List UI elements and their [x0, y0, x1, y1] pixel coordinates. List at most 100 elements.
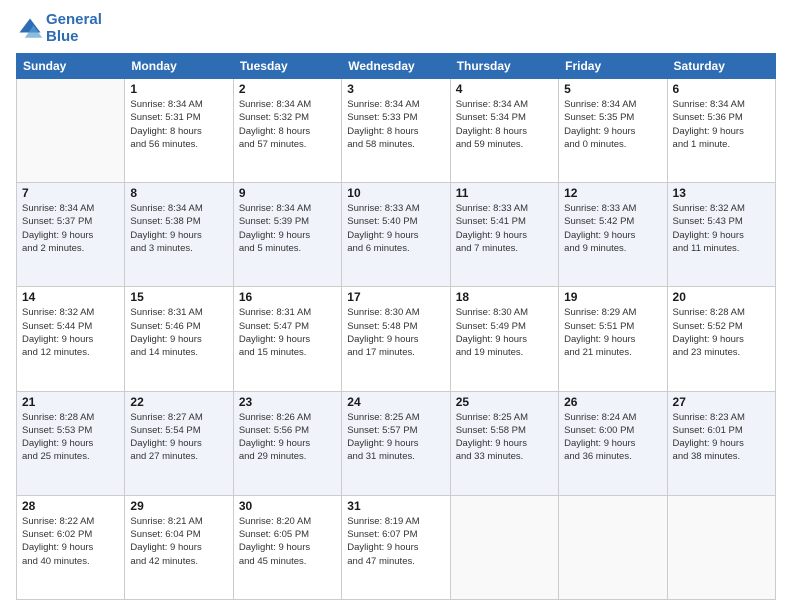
day-info: Sunrise: 8:27 AM Sunset: 5:54 PM Dayligh…	[130, 411, 227, 464]
day-info: Sunrise: 8:30 AM Sunset: 5:48 PM Dayligh…	[347, 306, 444, 359]
day-number: 3	[347, 82, 444, 96]
calendar-cell: 31Sunrise: 8:19 AM Sunset: 6:07 PM Dayli…	[342, 495, 450, 599]
day-info: Sunrise: 8:34 AM Sunset: 5:34 PM Dayligh…	[456, 98, 553, 151]
calendar-cell: 6 Sunrise: 8:34 AM Sunset: 5:36 PM Daylig…	[667, 79, 775, 183]
day-number: 27	[673, 395, 770, 409]
page: General Blue Sunday Monday Tuesday Wedne…	[0, 0, 792, 612]
day-info: Sunrise: 8:34 AM Sunset: 5:36 PM Dayligh…	[673, 98, 770, 151]
calendar-cell: 5 Sunrise: 8:34 AM Sunset: 5:35 PM Daylig…	[559, 79, 667, 183]
calendar-cell: 27 Sunrise: 8:23 AM Sunset: 6:01 PM Dayli…	[667, 391, 775, 495]
calendar-cell: 30 Sunrise: 8:20 AM Sunset: 6:05 PM Dayli…	[233, 495, 341, 599]
col-tuesday: Tuesday	[233, 54, 341, 79]
day-number: 17	[347, 290, 444, 304]
calendar-cell: 3 Sunrise: 8:34 AM Sunset: 5:33 PM Daylig…	[342, 79, 450, 183]
day-info: Sunrise: 8:24 AM Sunset: 6:00 PM Dayligh…	[564, 411, 661, 464]
calendar-week-row: 21 Sunrise: 8:28 AM Sunset: 5:53 PM Dayli…	[17, 391, 776, 495]
day-info: Sunrise: 8:26 AM Sunset: 5:56 PM Dayligh…	[239, 411, 336, 464]
day-info: Sunrise: 8:31 AM Sunset: 5:46 PM Dayligh…	[130, 306, 227, 359]
calendar-cell: 14 Sunrise: 8:32 AM Sunset: 5:44 PM Dayli…	[17, 287, 125, 391]
day-number: 20	[673, 290, 770, 304]
calendar-cell: 1Sunrise: 8:34 AM Sunset: 5:31 PM Daylig…	[125, 79, 233, 183]
day-info: Sunrise: 8:19 AM Sunset: 6:07 PM Dayligh…	[347, 515, 444, 568]
day-info: Sunrise: 8:20 AM Sunset: 6:05 PM Dayligh…	[239, 515, 336, 568]
logo-text-blue: Blue	[46, 29, 102, 46]
day-info: Sunrise: 8:34 AM Sunset: 5:35 PM Dayligh…	[564, 98, 661, 151]
day-number: 29	[130, 499, 227, 513]
calendar-cell: 16 Sunrise: 8:31 AM Sunset: 5:47 PM Dayli…	[233, 287, 341, 391]
day-number: 23	[239, 395, 336, 409]
day-number: 25	[456, 395, 553, 409]
calendar-cell: 15 Sunrise: 8:31 AM Sunset: 5:46 PM Dayli…	[125, 287, 233, 391]
col-thursday: Thursday	[450, 54, 558, 79]
day-info: Sunrise: 8:32 AM Sunset: 5:43 PM Dayligh…	[673, 202, 770, 255]
day-info: Sunrise: 8:33 AM Sunset: 5:41 PM Dayligh…	[456, 202, 553, 255]
day-info: Sunrise: 8:34 AM Sunset: 5:39 PM Dayligh…	[239, 202, 336, 255]
day-info: Sunrise: 8:32 AM Sunset: 5:44 PM Dayligh…	[22, 306, 119, 359]
calendar-cell: 17 Sunrise: 8:30 AM Sunset: 5:48 PM Dayli…	[342, 287, 450, 391]
calendar-cell	[559, 495, 667, 599]
day-info: Sunrise: 8:34 AM Sunset: 5:33 PM Dayligh…	[347, 98, 444, 151]
day-info: Sunrise: 8:25 AM Sunset: 5:57 PM Dayligh…	[347, 411, 444, 464]
calendar-cell: 23 Sunrise: 8:26 AM Sunset: 5:56 PM Dayli…	[233, 391, 341, 495]
calendar-cell: 7Sunrise: 8:34 AM Sunset: 5:37 PM Daylig…	[17, 183, 125, 287]
calendar-week-row: 7Sunrise: 8:34 AM Sunset: 5:37 PM Daylig…	[17, 183, 776, 287]
calendar-cell: 24 Sunrise: 8:25 AM Sunset: 5:57 PM Dayli…	[342, 391, 450, 495]
calendar-cell: 25Sunrise: 8:25 AM Sunset: 5:58 PM Dayli…	[450, 391, 558, 495]
header-row: Sunday Monday Tuesday Wednesday Thursday…	[17, 54, 776, 79]
calendar-table: Sunday Monday Tuesday Wednesday Thursday…	[16, 53, 776, 600]
calendar-cell	[450, 495, 558, 599]
day-info: Sunrise: 8:28 AM Sunset: 5:52 PM Dayligh…	[673, 306, 770, 359]
calendar-cell	[667, 495, 775, 599]
calendar-week-row: 14 Sunrise: 8:32 AM Sunset: 5:44 PM Dayli…	[17, 287, 776, 391]
calendar-cell: 18Sunrise: 8:30 AM Sunset: 5:49 PM Dayli…	[450, 287, 558, 391]
day-number: 26	[564, 395, 661, 409]
logo: General Blue	[16, 12, 102, 45]
day-info: Sunrise: 8:34 AM Sunset: 5:32 PM Dayligh…	[239, 98, 336, 151]
day-number: 8	[130, 186, 227, 200]
day-number: 30	[239, 499, 336, 513]
day-number: 22	[130, 395, 227, 409]
calendar-week-row: 28 Sunrise: 8:22 AM Sunset: 6:02 PM Dayli…	[17, 495, 776, 599]
col-monday: Monday	[125, 54, 233, 79]
calendar-cell: 22 Sunrise: 8:27 AM Sunset: 5:54 PM Dayli…	[125, 391, 233, 495]
calendar-cell: 26 Sunrise: 8:24 AM Sunset: 6:00 PM Dayli…	[559, 391, 667, 495]
day-number: 21	[22, 395, 119, 409]
calendar-week-row: 1Sunrise: 8:34 AM Sunset: 5:31 PM Daylig…	[17, 79, 776, 183]
day-number: 19	[564, 290, 661, 304]
day-info: Sunrise: 8:34 AM Sunset: 5:38 PM Dayligh…	[130, 202, 227, 255]
day-number: 5	[564, 82, 661, 96]
day-info: Sunrise: 8:23 AM Sunset: 6:01 PM Dayligh…	[673, 411, 770, 464]
day-info: Sunrise: 8:33 AM Sunset: 5:42 PM Dayligh…	[564, 202, 661, 255]
day-number: 15	[130, 290, 227, 304]
day-info: Sunrise: 8:22 AM Sunset: 6:02 PM Dayligh…	[22, 515, 119, 568]
calendar-cell: 13 Sunrise: 8:32 AM Sunset: 5:43 PM Dayli…	[667, 183, 775, 287]
header: General Blue	[16, 12, 776, 45]
calendar-cell: 20 Sunrise: 8:28 AM Sunset: 5:52 PM Dayli…	[667, 287, 775, 391]
col-friday: Friday	[559, 54, 667, 79]
calendar-cell: 10Sunrise: 8:33 AM Sunset: 5:40 PM Dayli…	[342, 183, 450, 287]
col-wednesday: Wednesday	[342, 54, 450, 79]
calendar-cell: 4 Sunrise: 8:34 AM Sunset: 5:34 PM Daylig…	[450, 79, 558, 183]
day-info: Sunrise: 8:31 AM Sunset: 5:47 PM Dayligh…	[239, 306, 336, 359]
day-number: 7	[22, 186, 119, 200]
day-number: 11	[456, 186, 553, 200]
day-number: 16	[239, 290, 336, 304]
col-sunday: Sunday	[17, 54, 125, 79]
calendar-cell: 2Sunrise: 8:34 AM Sunset: 5:32 PM Daylig…	[233, 79, 341, 183]
day-number: 28	[22, 499, 119, 513]
day-number: 13	[673, 186, 770, 200]
day-info: Sunrise: 8:28 AM Sunset: 5:53 PM Dayligh…	[22, 411, 119, 464]
calendar-cell: 9Sunrise: 8:34 AM Sunset: 5:39 PM Daylig…	[233, 183, 341, 287]
day-info: Sunrise: 8:34 AM Sunset: 5:31 PM Dayligh…	[130, 98, 227, 151]
day-number: 4	[456, 82, 553, 96]
calendar-cell: 21 Sunrise: 8:28 AM Sunset: 5:53 PM Dayli…	[17, 391, 125, 495]
calendar-cell: 12Sunrise: 8:33 AM Sunset: 5:42 PM Dayli…	[559, 183, 667, 287]
day-number: 18	[456, 290, 553, 304]
calendar-cell: 29Sunrise: 8:21 AM Sunset: 6:04 PM Dayli…	[125, 495, 233, 599]
day-number: 24	[347, 395, 444, 409]
calendar-cell: 8 Sunrise: 8:34 AM Sunset: 5:38 PM Daylig…	[125, 183, 233, 287]
day-info: Sunrise: 8:29 AM Sunset: 5:51 PM Dayligh…	[564, 306, 661, 359]
day-number: 6	[673, 82, 770, 96]
day-number: 14	[22, 290, 119, 304]
logo-text: General	[46, 12, 102, 29]
